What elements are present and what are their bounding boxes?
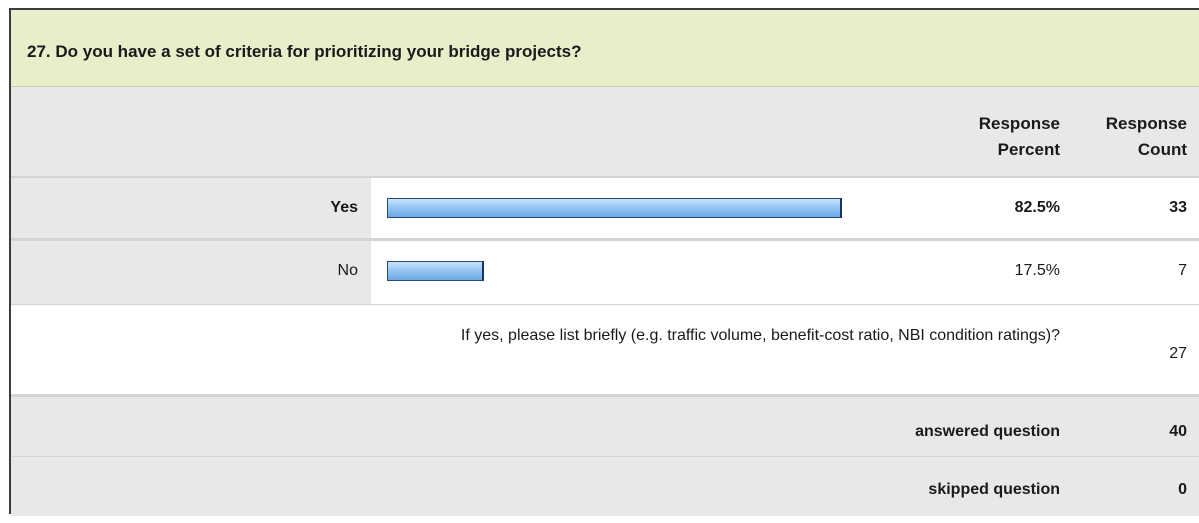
answer-bar-cell: 82.5% 33: [371, 178, 1199, 238]
response-percent-header: Response Percent: [920, 111, 1060, 163]
response-bar: [387, 198, 843, 218]
response-count: 33: [1169, 199, 1187, 216]
answer-label: Yes: [330, 199, 358, 216]
other-count: 27: [1169, 345, 1187, 362]
question-header: 27. Do you have a set of criteria for pr…: [11, 10, 1199, 87]
answer-label: No: [337, 262, 358, 279]
skipped-question-row: skipped question 0: [11, 457, 1199, 516]
response-percent-header-line2: Percent: [997, 140, 1060, 159]
response-count-header-line2: Count: [1137, 140, 1187, 159]
other-prompt: If yes, please list briefly (e.g. traffi…: [460, 327, 1060, 344]
skipped-question-label: skipped question: [928, 481, 1060, 498]
answered-question-row: answered question 40: [11, 397, 1199, 457]
survey-question-table: 27. Do you have a set of criteria for pr…: [9, 8, 1199, 516]
other-text-row: If yes, please list briefly (e.g. traffi…: [11, 304, 1199, 397]
response-count: 7: [1178, 262, 1187, 279]
response-count-header-line1: Response: [1105, 114, 1187, 133]
response-bar: [387, 261, 484, 281]
question-title: 27. Do you have a set of criteria for pr…: [27, 42, 582, 61]
answer-row-no: No 17.5% 7: [11, 241, 1199, 304]
column-header-row: Response Percent Response Count: [11, 87, 1199, 178]
bar-track: [387, 198, 939, 218]
response-percent: 82.5%: [1014, 199, 1060, 216]
response-count-header: Response Count: [1067, 111, 1187, 163]
answer-bar-cell: 17.5% 7: [371, 241, 1199, 304]
answer-row-yes: Yes 82.5% 33: [11, 178, 1199, 241]
skipped-question-count: 0: [1178, 481, 1187, 498]
response-percent: 17.5%: [1014, 262, 1060, 279]
bar-track: [387, 261, 939, 281]
response-percent-header-line1: Response: [978, 114, 1060, 133]
